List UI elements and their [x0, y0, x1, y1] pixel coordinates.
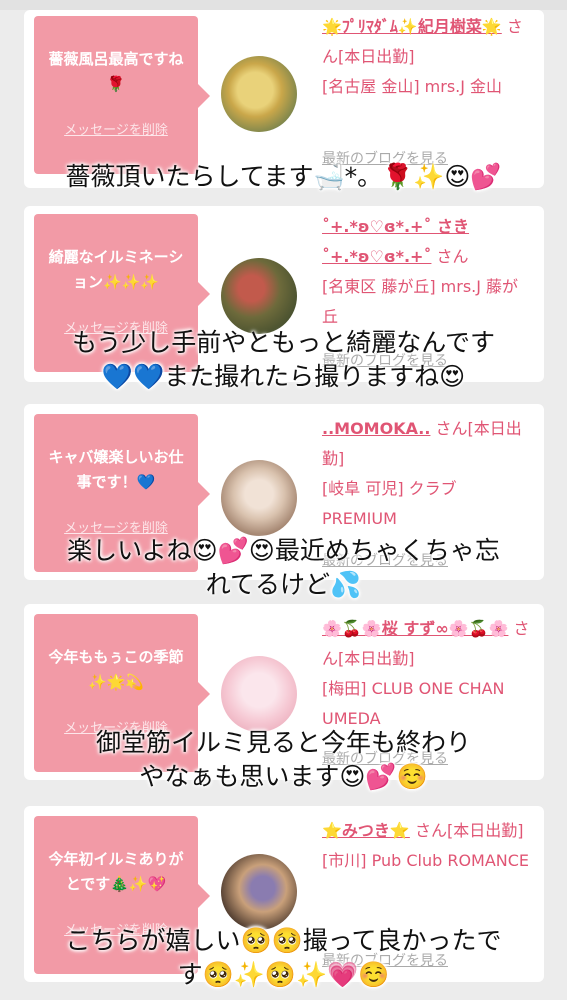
- message-text: 薔薇風呂最高ですね🌹: [48, 50, 184, 93]
- caption-line: れてるけど💦: [205, 570, 362, 599]
- profile-info: ˚+.*ʚ♡ɞ*.+˚ さき˚+.*ʚ♡ɞ*.+˚ さん [名東区 藤が丘] m…: [322, 212, 532, 332]
- delete-message-link[interactable]: メッセージを削除: [34, 119, 198, 138]
- cast-location: [梅田] CLUB ONE CHAN UMEDA: [322, 679, 505, 728]
- cast-name-link[interactable]: ..MOMOKA..: [322, 419, 430, 438]
- caption-overlay: もう少し手前やともっと綺麗なんです 💙💙また撮れたら撮りますね😍: [0, 326, 567, 394]
- avatar[interactable]: [221, 656, 297, 732]
- profile-info: ⭐️みつき⭐️ さん[本日出勤] [市川] Pub Club ROMANCE: [322, 816, 532, 876]
- cast-name-link[interactable]: 🌟ﾌﾟﾘﾏﾀﾞﾑ✨紀月樹菜🌟: [322, 17, 502, 36]
- cast-location: [岐阜 可児] クラブ PREMIUM: [322, 479, 457, 528]
- caption-overlay: 薔薇頂いたらしてます🛁*。🌹✨😍💕: [0, 160, 567, 194]
- caption-line: もう少し手前やともっと綺麗なんです: [71, 328, 495, 357]
- profile-info: 🌟ﾌﾟﾘﾏﾀﾞﾑ✨紀月樹菜🌟 さん[本日出勤] [名古屋 金山] mrs.J 金…: [322, 12, 532, 102]
- caption-line: 御堂筋イルミ見ると今年も終わり: [95, 728, 471, 757]
- message-bubble: 薔薇風呂最高ですね🌹 メッセージを削除: [34, 16, 210, 174]
- caption-line: やなぁも思います😍💕☺️: [139, 762, 428, 791]
- caption-line: 💙💙また撮れたら撮りますね😍: [101, 362, 466, 391]
- cast-status: さん[本日出勤]: [414, 821, 524, 840]
- caption-overlay: こちらが嬉しい🥺🥺撮って良かったで す🥺✨🥺✨💗☺️: [0, 924, 567, 992]
- cast-location: [名東区 藤が丘] mrs.J 藤が丘: [322, 277, 519, 326]
- top-bar: [0, 0, 567, 10]
- avatar[interactable]: [221, 460, 297, 536]
- cast-status: さん: [436, 247, 469, 266]
- caption-line: 薔薇頂いたらしてます🛁*。🌹✨😍💕: [65, 162, 502, 191]
- caption-line: す🥺✨🥺✨💗☺️: [177, 960, 390, 989]
- caption-overlay: 御堂筋イルミ見ると今年も終わり やなぁも思います😍💕☺️: [0, 726, 567, 794]
- caption-line: 楽しいよね😍💕😍最近めちゃくちゃ忘: [67, 536, 500, 565]
- cast-name-link[interactable]: ⭐️みつき⭐️: [322, 821, 410, 840]
- cast-location: [市川] Pub Club ROMANCE: [322, 851, 530, 870]
- cast-name-link[interactable]: 🌸🍒🌸桜 すず∞🌸🍒🌸: [322, 619, 508, 638]
- cast-location: [名古屋 金山] mrs.J 金山: [322, 77, 503, 96]
- caption-overlay: 楽しいよね😍💕😍最近めちゃくちゃ忘 れてるけど💦: [0, 534, 567, 602]
- message-text: 綺麗なイルミネーション✨✨✨: [48, 248, 184, 291]
- profile-info: ..MOMOKA.. さん[本日出勤] [岐阜 可児] クラブ PREMIUM: [322, 414, 532, 534]
- message-text: 今年ももぅこの季節✨🌟💫: [48, 648, 184, 691]
- avatar[interactable]: [221, 854, 297, 930]
- message-text: 今年初イルミありがとです🎄✨💖: [48, 850, 184, 893]
- message-text: キャバ嬢楽しいお仕事です！💙: [48, 448, 184, 491]
- caption-line: こちらが嬉しい🥺🥺撮って良かったで: [65, 926, 502, 955]
- avatar[interactable]: [221, 56, 297, 132]
- avatar[interactable]: [221, 258, 297, 334]
- profile-info: 🌸🍒🌸桜 すず∞🌸🍒🌸 さん[本日出勤] [梅田] CLUB ONE CHAN …: [322, 614, 532, 734]
